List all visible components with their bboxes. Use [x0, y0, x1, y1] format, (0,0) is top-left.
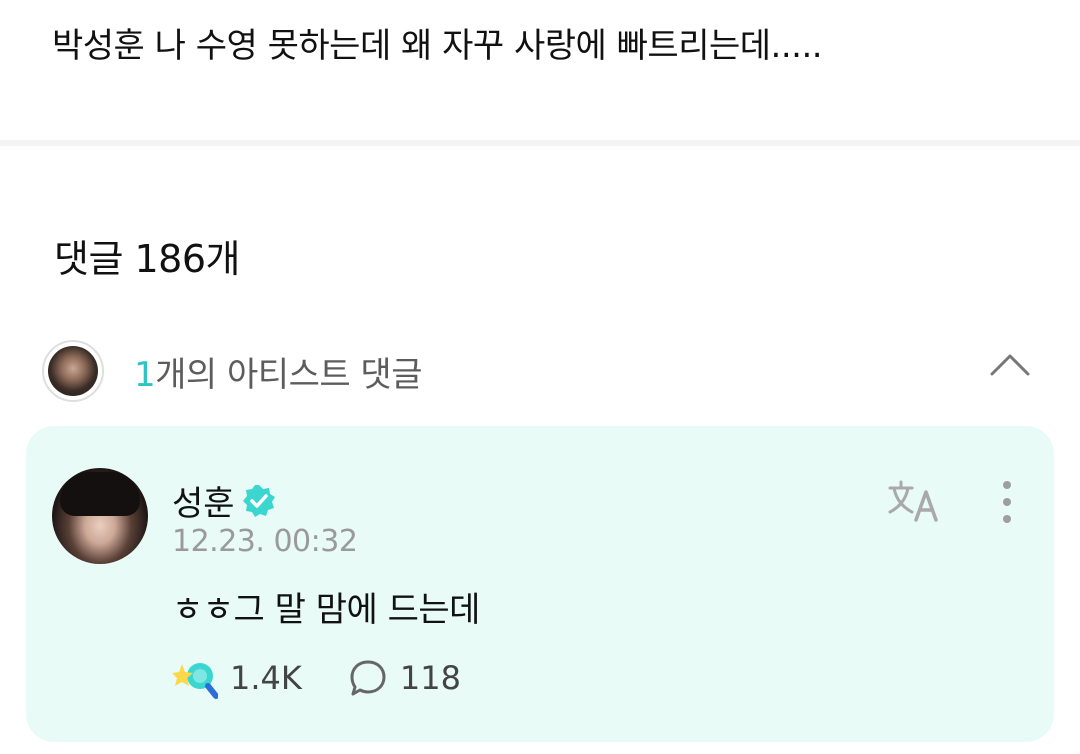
artist-comment-suffix: 개의 아티스트 댓글 [155, 354, 422, 395]
section-divider [0, 140, 1080, 146]
like-count: 1.4K [230, 659, 302, 697]
comment-author[interactable]: 성훈 [172, 476, 277, 525]
artist-comment-number: 1 [134, 354, 156, 395]
artist-comments-label: 1개의 아티스트 댓글 [134, 347, 422, 396]
comment-bubble-icon[interactable] [348, 658, 388, 698]
author-name: 성훈 [172, 484, 235, 524]
artist-mini-avatar [42, 340, 104, 402]
avatar[interactable] [52, 468, 148, 564]
cheer-icon[interactable] [172, 656, 218, 700]
verified-badge-icon [242, 484, 275, 517]
comment-timestamp: 12.23. 00:32 [172, 524, 358, 559]
reply-count: 118 [399, 659, 461, 697]
artist-comment-card: 성훈 12.23. 00:32 ㅎㅎ그 말 맘에 드는데 1.4K 118 [26, 426, 1054, 742]
chevron-up-icon[interactable] [990, 352, 1030, 376]
post-text: 박성훈 나 수영 못하는데 왜 자꾸 사랑에 빠트리는데..... [52, 26, 823, 66]
comment-body: ㅎㅎ그 말 맘에 드는데 [172, 590, 480, 630]
more-vertical-icon[interactable] [992, 478, 1022, 526]
artist-comments-toggle[interactable]: 1개의 아티스트 댓글 [42, 336, 1042, 406]
comment-count-heading: 댓글 186개 [54, 237, 241, 281]
translate-icon[interactable] [886, 478, 942, 522]
comment-actions: 1.4K 118 [172, 656, 461, 700]
